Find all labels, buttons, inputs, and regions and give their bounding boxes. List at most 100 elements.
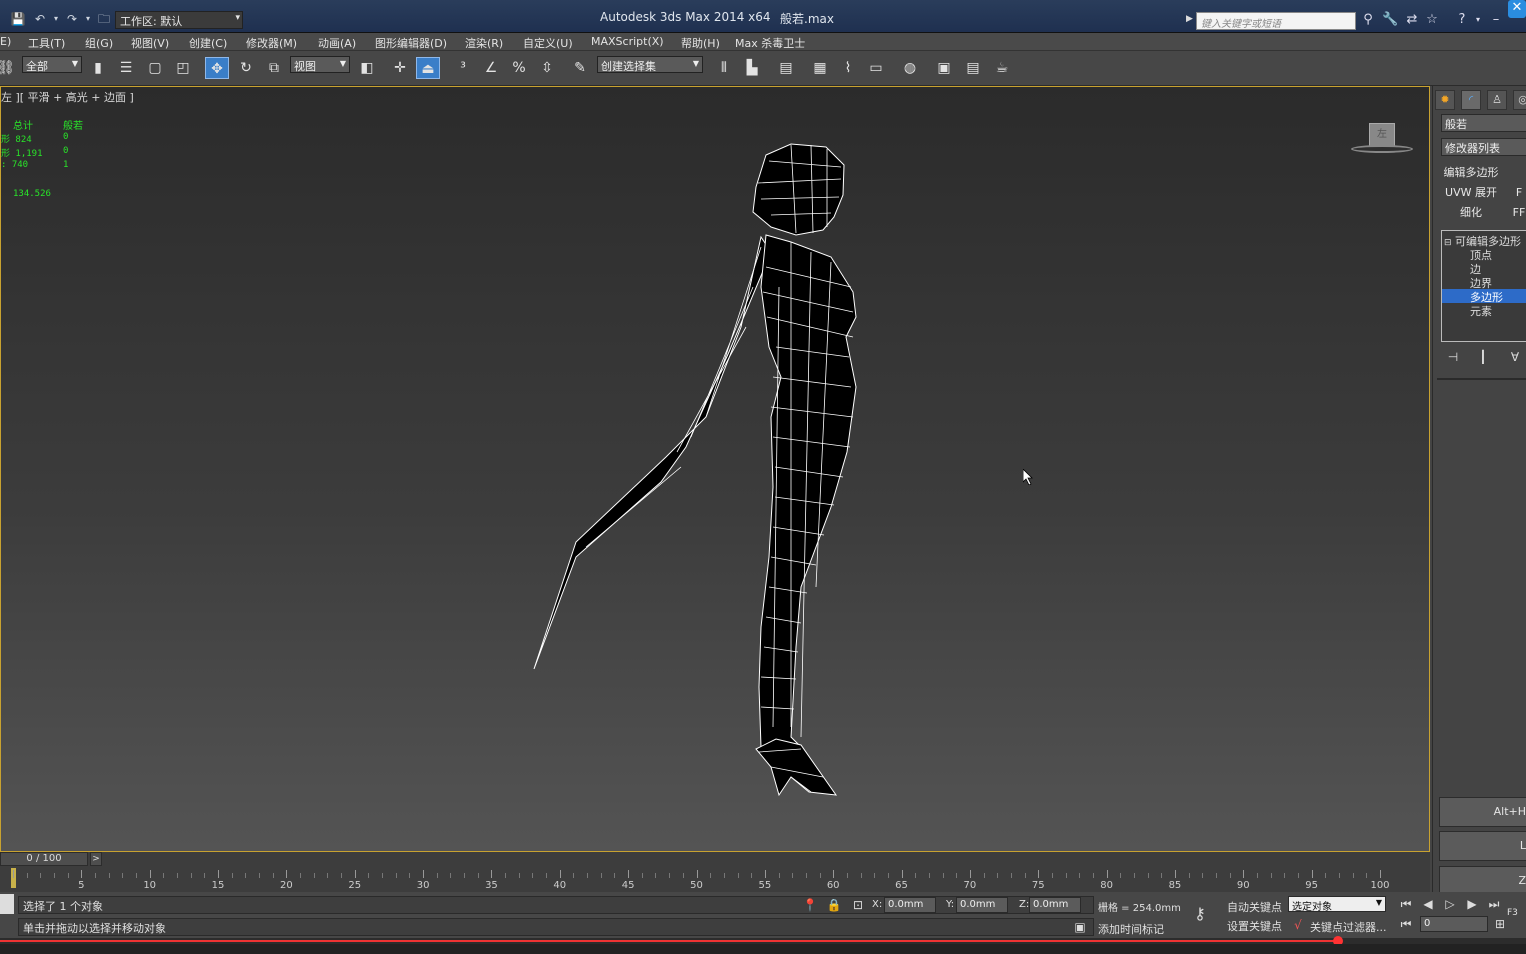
angle-snap-icon[interactable]: ∠	[479, 57, 503, 79]
pin-stack-icon[interactable]: ⊣	[1445, 349, 1461, 365]
link-icon[interactable]: ⛓	[0, 57, 18, 79]
add-time-tag-label[interactable]: 添加时间标记	[1098, 921, 1164, 937]
menu-modifiers[interactable]: 修改器(M)	[246, 35, 297, 51]
select-object-icon[interactable]: ▮	[86, 57, 110, 79]
extra-button-1[interactable]	[1509, 165, 1526, 181]
render-setup-icon[interactable]: ▣	[932, 57, 956, 79]
extra-button-3[interactable]: FF	[1509, 205, 1526, 221]
project-folder-icon[interactable]: 🗀	[96, 11, 112, 27]
menu-graph-editors[interactable]: 图形编辑器(D)	[375, 35, 447, 51]
hotkey-alt-h-button[interactable]: Alt+H	[1439, 797, 1526, 827]
window-crossing-icon[interactable]: ◰	[171, 57, 195, 79]
motion-tab-icon[interactable]: ◎	[1513, 90, 1526, 110]
isolate-selection-icon[interactable]: 📍	[802, 897, 818, 913]
stack-item-polygon[interactable]: 多边形	[1442, 289, 1526, 304]
key-mode-select[interactable]: 选定对象 ▼	[1288, 896, 1386, 913]
star-icon[interactable]: ☆	[1424, 12, 1440, 28]
uvw-unwrap-button[interactable]: UVW 展开	[1437, 185, 1505, 201]
play-icon[interactable]: ▷	[1442, 896, 1458, 912]
tessellate-button[interactable]: 细化	[1437, 205, 1505, 221]
close-button[interactable]: ✕	[1508, 0, 1526, 18]
next-frame-arrow-icon[interactable]: >	[90, 852, 102, 866]
add-time-tag-icon[interactable]: ▣	[1072, 919, 1088, 935]
maxscript-listener-mini[interactable]	[0, 894, 14, 914]
selection-filter-select[interactable]: 全部 ▼	[22, 56, 82, 73]
redo-dropdown-icon[interactable]: ▾	[80, 11, 96, 27]
next-frame-icon[interactable]: ▶	[1464, 896, 1480, 912]
select-move-icon[interactable]: ✥	[205, 57, 229, 79]
snaps-toggle-icon[interactable]: ³	[451, 57, 475, 79]
spinner-snap-icon[interactable]: ⇳	[535, 57, 559, 79]
exchange-icon[interactable]: ⇄	[1404, 12, 1420, 28]
save-icon[interactable]: 💾	[10, 11, 26, 27]
modifier-stack[interactable]: ⊟ 可编辑多边形 顶点 边 边界 多边形 元素	[1441, 230, 1526, 342]
y-coordinate-field[interactable]: 0.0mm	[956, 897, 1008, 913]
select-rotate-icon[interactable]: ↻	[234, 57, 258, 79]
pivot-center-icon[interactable]: ◧	[355, 57, 379, 79]
track-bar[interactable]: 5 10 15 20 25 30 35 40 45 50 55 60 65 70 75 80 85 90 95 100	[0, 866, 1430, 892]
binoculars-icon[interactable]: ⚲	[1360, 12, 1376, 28]
menu-views[interactable]: 视图(V)	[131, 35, 169, 51]
stack-item-editable-poly[interactable]: ⊟ 可编辑多边形	[1442, 233, 1526, 248]
extra-button-2[interactable]: F	[1509, 185, 1526, 201]
help-dropdown-icon[interactable]: ▾	[1470, 12, 1486, 28]
z-coordinate-field[interactable]: 0.0mm	[1029, 897, 1081, 913]
key-mode-toggle-icon[interactable]: ⏮	[1398, 916, 1414, 932]
named-selection-select[interactable]: 创建选择集 ▼	[597, 56, 703, 73]
create-tab-icon[interactable]: ✹	[1435, 90, 1455, 110]
reference-coordinate-select[interactable]: 视图 ▼	[290, 56, 350, 73]
rendered-frame-icon[interactable]: ▤	[961, 57, 985, 79]
menu-create[interactable]: 创建(C)	[189, 35, 227, 51]
select-scale-icon[interactable]: ⧉	[262, 57, 286, 79]
goto-start-icon[interactable]: ⏮	[1398, 896, 1414, 912]
modify-tab-icon[interactable]: ◜	[1461, 90, 1481, 110]
menu-antivirus[interactable]: Max 杀毒卫士	[735, 35, 805, 51]
rect-selection-icon[interactable]: ▢	[143, 57, 167, 79]
edit-poly-button[interactable]: 编辑多边形	[1437, 165, 1505, 181]
tools-icon[interactable]: 🔧	[1382, 12, 1398, 28]
object-name-field[interactable]: 般若	[1441, 114, 1526, 132]
current-frame-field[interactable]: 0	[1420, 916, 1488, 932]
character-wireframe-model[interactable]	[1, 87, 1431, 853]
menu-edit[interactable]: E)	[0, 35, 11, 48]
modifier-list-select[interactable]: 修改器列表	[1441, 138, 1526, 156]
auto-key-button[interactable]: 自动关键点	[1227, 899, 1282, 915]
viewport-left[interactable]: 左 ][ 平滑 + 高光 + 边面 ] 总计 般若 形 824 0 形 1,19…	[0, 86, 1430, 852]
time-slider-thumb[interactable]: 0 / 100	[0, 852, 88, 866]
undo-dropdown-icon[interactable]: ▾	[48, 11, 64, 27]
manipulate-icon[interactable]: ✛	[388, 57, 412, 79]
show-end-result-icon[interactable]: ┃	[1475, 349, 1491, 365]
stack-item-edge[interactable]: 边	[1442, 261, 1526, 276]
hotkey-l-button[interactable]: L	[1439, 831, 1526, 861]
menu-rendering[interactable]: 渲染(R)	[465, 35, 503, 51]
make-unique-icon[interactable]: ∀	[1507, 349, 1523, 365]
key-filters-curve-icon[interactable]: √	[1290, 917, 1306, 933]
key-filters-button[interactable]: 关键点过滤器...	[1310, 919, 1387, 935]
stack-item-vertex[interactable]: 顶点	[1442, 247, 1526, 262]
search-expand-icon[interactable]: ▶	[1186, 14, 1193, 24]
select-by-name-icon[interactable]: ☰	[114, 57, 138, 79]
x-coordinate-field[interactable]: 0.0mm	[884, 897, 936, 913]
transform-mode-icon[interactable]: ⊡	[850, 897, 866, 913]
menu-animation[interactable]: 动画(A)	[318, 35, 356, 51]
hierarchy-tab-icon[interactable]: ♙	[1487, 90, 1507, 110]
search-input[interactable]: 键入关键字或短语	[1196, 12, 1356, 30]
prev-frame-icon[interactable]: ◀	[1420, 896, 1436, 912]
schematic-view-icon[interactable]: ▭	[864, 57, 888, 79]
mirror-icon[interactable]: ⫴	[712, 57, 736, 79]
help-icon[interactable]: ?	[1454, 12, 1470, 28]
align-icon[interactable]: ▙	[740, 57, 764, 79]
material-editor-icon[interactable]: ◍	[898, 57, 922, 79]
render-production-icon[interactable]: ☕	[990, 57, 1014, 79]
workspace-select[interactable]: 工作区: 默认 ▾	[115, 11, 243, 29]
edit-named-selection-icon[interactable]: ✎	[568, 57, 592, 79]
menu-tools[interactable]: 工具(T)	[28, 35, 65, 51]
undo-icon[interactable]: ↶	[32, 11, 48, 27]
selection-lock-icon[interactable]: 🔒	[826, 897, 842, 913]
set-key-button[interactable]: 设置关键点	[1227, 918, 1282, 934]
stack-item-border[interactable]: 边界	[1442, 275, 1526, 290]
menu-customize[interactable]: 自定义(U)	[523, 35, 573, 51]
menu-help[interactable]: 帮助(H)	[681, 35, 720, 51]
set-key-icon[interactable]: ⚷	[1192, 906, 1208, 922]
goto-end-icon[interactable]: ⏭	[1486, 896, 1502, 912]
